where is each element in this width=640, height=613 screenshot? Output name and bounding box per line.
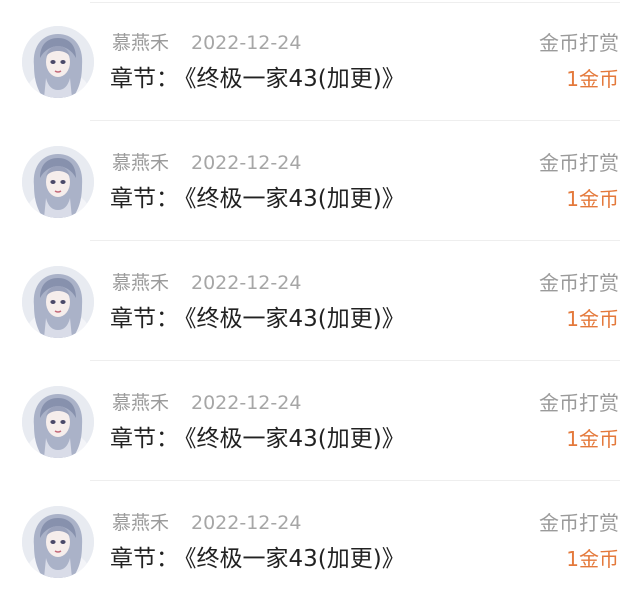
- reward-type: 金币打赏: [539, 391, 619, 415]
- username: 慕燕禾: [112, 32, 170, 54]
- list-item[interactable]: 慕燕禾 2022-12-24 章节： 《终极一家43(加更)》 金币打赏 1金币: [0, 0, 640, 121]
- reward-record-list: 慕燕禾 2022-12-24 章节： 《终极一家43(加更)》 金币打赏 1金币 …: [0, 0, 640, 613]
- username: 慕燕禾: [112, 272, 170, 294]
- username: 慕燕禾: [112, 512, 170, 534]
- avatar[interactable]: [22, 386, 94, 458]
- reward-type: 金币打赏: [539, 31, 619, 55]
- chapter-title: 《终极一家43(加更)》: [185, 306, 405, 332]
- chapter-line[interactable]: 章节： 《终极一家43(加更)》: [110, 184, 405, 214]
- chapter-line[interactable]: 章节： 《终极一家43(加更)》: [110, 424, 405, 454]
- reward-type: 金币打赏: [539, 151, 619, 175]
- list-item[interactable]: 慕燕禾 2022-12-24 章节： 《终极一家43(加更)》 金币打赏 1金币: [0, 360, 640, 481]
- avatar[interactable]: [22, 146, 94, 218]
- list-item[interactable]: 慕燕禾 2022-12-24 章节： 《终极一家43(加更)》 金币打赏 1金币: [0, 240, 640, 361]
- chapter-label: 章节：: [110, 186, 179, 212]
- chapter-label: 章节：: [110, 426, 179, 452]
- chapter-title: 《终极一家43(加更)》: [185, 186, 405, 212]
- date: 2022-12-24: [191, 152, 302, 174]
- chapter-title: 《终极一家43(加更)》: [185, 546, 405, 572]
- reward-amount: 1金币: [566, 547, 619, 571]
- reward-amount: 1金币: [566, 187, 619, 211]
- avatar[interactable]: [22, 266, 94, 338]
- chapter-line[interactable]: 章节： 《终极一家43(加更)》: [110, 64, 405, 94]
- reward-type: 金币打赏: [539, 271, 619, 295]
- avatar[interactable]: [22, 26, 94, 98]
- reward-amount: 1金币: [566, 427, 619, 451]
- date: 2022-12-24: [191, 32, 302, 54]
- chapter-label: 章节：: [110, 546, 179, 572]
- date: 2022-12-24: [191, 512, 302, 534]
- reward-amount: 1金币: [566, 67, 619, 91]
- chapter-label: 章节：: [110, 66, 179, 92]
- date: 2022-12-24: [191, 272, 302, 294]
- list-item[interactable]: 慕燕禾 2022-12-24 章节： 《终极一家43(加更)》 金币打赏 1金币: [0, 120, 640, 241]
- list-item[interactable]: 慕燕禾 2022-12-24 章节： 《终极一家43(加更)》 金币打赏 1金币: [0, 480, 640, 600]
- reward-type: 金币打赏: [539, 511, 619, 535]
- chapter-line[interactable]: 章节： 《终极一家43(加更)》: [110, 304, 405, 334]
- chapter-label: 章节：: [110, 306, 179, 332]
- chapter-line[interactable]: 章节： 《终极一家43(加更)》: [110, 544, 405, 574]
- username: 慕燕禾: [112, 392, 170, 414]
- date: 2022-12-24: [191, 392, 302, 414]
- reward-amount: 1金币: [566, 307, 619, 331]
- chapter-title: 《终极一家43(加更)》: [185, 66, 405, 92]
- username: 慕燕禾: [112, 152, 170, 174]
- chapter-title: 《终极一家43(加更)》: [185, 426, 405, 452]
- avatar[interactable]: [22, 506, 94, 578]
